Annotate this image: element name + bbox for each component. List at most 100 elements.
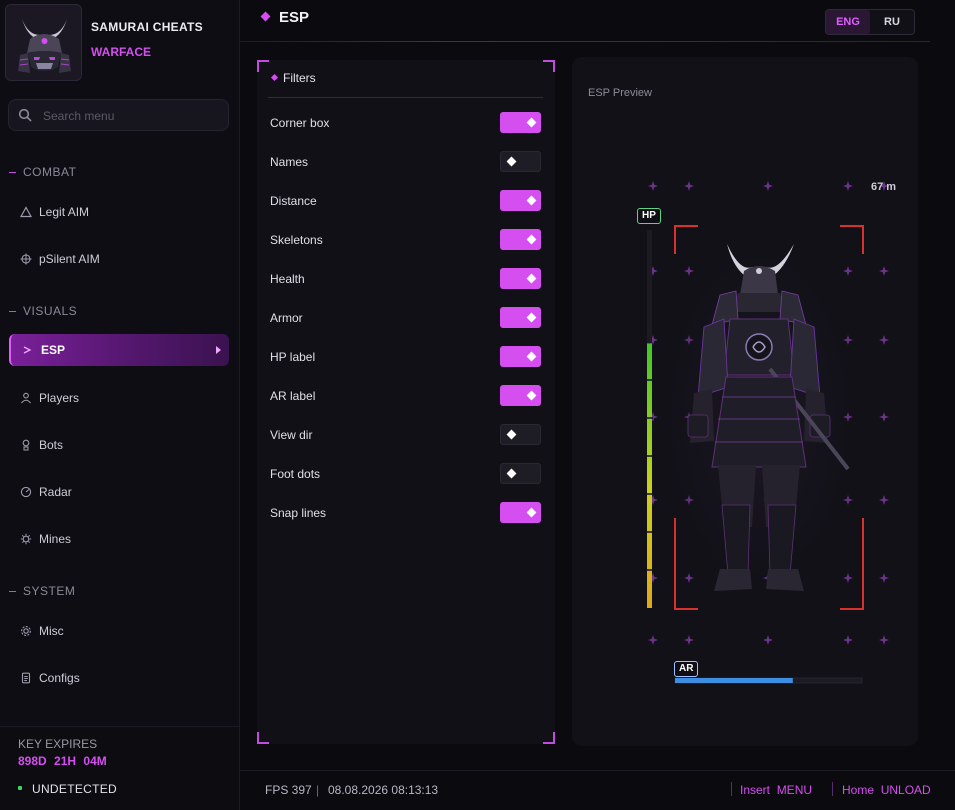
search-box[interactable] xyxy=(8,99,229,131)
toggle-knob xyxy=(526,195,537,206)
filter-row: Foot dots xyxy=(270,463,542,487)
sidebar-item-players[interactable]: Players xyxy=(9,382,229,414)
license-panel: KEY EXPIRES 898D 21H 04M UNDETECTED xyxy=(0,726,239,810)
caret-right-icon xyxy=(216,346,221,354)
header-divider xyxy=(240,41,930,42)
filter-toggle-foot-dots[interactable] xyxy=(500,463,541,484)
filter-label: HP label xyxy=(270,350,316,364)
sparkle-icon xyxy=(843,181,853,191)
filter-row: View dir xyxy=(270,424,542,448)
ar-bar-fill xyxy=(675,678,793,683)
key-expires-label: KEY EXPIRES xyxy=(18,737,98,751)
hotkey-key: Home xyxy=(842,783,875,797)
sidebar-item-label: ESP xyxy=(41,343,66,357)
section-label-text: SYSTEM xyxy=(23,584,76,598)
dash-icon xyxy=(9,311,16,313)
filter-toggle-names[interactable] xyxy=(500,151,541,172)
sparkle-icon xyxy=(763,181,773,191)
filter-toggle-health[interactable] xyxy=(500,268,541,289)
filter-row: Distance xyxy=(270,190,542,214)
search-icon xyxy=(18,108,32,122)
sparkle-icon xyxy=(879,266,889,276)
sidebar-item-label: Misc xyxy=(39,624,64,638)
key-expires-value: 898D 21H 04M xyxy=(18,754,107,768)
sparkle-icon xyxy=(648,181,658,191)
triangle-icon xyxy=(20,206,32,218)
filter-toggle-hp-label[interactable] xyxy=(500,346,541,367)
filter-label: Health xyxy=(270,272,305,286)
toggle-knob xyxy=(506,468,517,479)
sidebar-item-configs[interactable]: Configs xyxy=(9,662,229,694)
sidebar-item-label: Players xyxy=(39,391,80,405)
sidebar-item-mines[interactable]: Mines xyxy=(9,523,229,555)
dash-icon xyxy=(9,591,16,593)
hotkey-action: UNLOAD xyxy=(880,783,931,797)
toggle-knob xyxy=(526,390,537,401)
sidebar: SAMURAI CHEATS WARFACE COMBAT Legit AIM … xyxy=(0,0,240,810)
dash-icon xyxy=(9,172,16,174)
brand-subtitle: WARFACE xyxy=(91,45,151,59)
gear-icon xyxy=(21,626,31,636)
sparkle-icon xyxy=(879,495,889,505)
filter-label: View dir xyxy=(270,428,313,442)
filters-panel: Filters Corner box Names Distance Skelet… xyxy=(257,60,555,744)
filter-row: Names xyxy=(270,151,542,175)
sidebar-item-label: Radar xyxy=(39,485,72,499)
user-icon xyxy=(21,392,31,404)
key-hours: 21H xyxy=(54,754,77,768)
sidebar-item-legit-aim[interactable]: Legit AIM xyxy=(9,196,229,228)
filter-toggle-distance[interactable] xyxy=(500,190,541,211)
sparkle-icon xyxy=(648,635,658,645)
sparkle-icon xyxy=(843,573,853,583)
corner-accent xyxy=(543,60,555,72)
hotkey-action: MENU xyxy=(776,783,813,797)
toggle-knob xyxy=(526,507,537,518)
filter-row: Snap lines xyxy=(270,502,542,526)
file-icon xyxy=(21,672,31,684)
status-bar-divider xyxy=(240,770,955,771)
filter-label: Snap lines xyxy=(270,506,327,520)
sidebar-item-label: Mines xyxy=(39,532,72,546)
filter-label: Distance xyxy=(270,194,317,208)
filter-label: AR label xyxy=(270,389,316,403)
lang-button-eng[interactable]: ENG xyxy=(826,10,870,34)
sparkle-icon xyxy=(684,181,694,191)
preview-title: ESP Preview xyxy=(588,87,652,99)
lang-button-ru[interactable]: RU xyxy=(870,10,914,34)
hotkey-divider xyxy=(731,782,732,796)
brand-logo xyxy=(5,4,82,81)
sparkle-icon xyxy=(843,266,853,276)
hotkey-key: Insert xyxy=(740,783,771,797)
detection-status: UNDETECTED xyxy=(32,782,118,796)
filter-toggle-view-dir[interactable] xyxy=(500,424,541,445)
filter-toggle-armor[interactable] xyxy=(500,307,541,328)
sidebar-item-bots[interactable]: Bots xyxy=(9,429,229,461)
sidebar-item-label: pSilent AIM xyxy=(39,252,100,266)
filter-toggle-snap-lines[interactable] xyxy=(500,502,541,523)
sparkle-icon xyxy=(879,573,889,583)
page-title: ESP xyxy=(279,9,310,26)
filter-label: Corner box xyxy=(270,116,330,130)
sidebar-item-psilent-aim[interactable]: pSilent AIM xyxy=(9,243,229,275)
sparkle-icon xyxy=(879,635,889,645)
corner-accent xyxy=(257,732,269,744)
sparkle-icon xyxy=(843,635,853,645)
sidebar-item-label: Legit AIM xyxy=(39,205,90,219)
filter-toggle-skeletons[interactable] xyxy=(500,229,541,250)
sidebar-item-radar[interactable]: Radar xyxy=(9,476,229,508)
search-input[interactable] xyxy=(43,106,223,126)
radar-icon xyxy=(20,486,32,498)
filter-toggle-ar-label[interactable] xyxy=(500,385,541,406)
filter-row: Corner box xyxy=(270,112,542,136)
toggle-knob xyxy=(526,312,537,323)
sparkle-icon xyxy=(684,635,694,645)
section-label-combat: COMBAT xyxy=(9,165,76,179)
section-label-system: SYSTEM xyxy=(9,584,75,598)
bot-icon xyxy=(22,439,30,451)
sidebar-item-misc[interactable]: Misc xyxy=(9,615,229,647)
sidebar-item-esp[interactable]: ESP xyxy=(9,334,229,366)
filter-toggle-corner-box[interactable] xyxy=(500,112,541,133)
filter-row: Armor xyxy=(270,307,542,331)
filter-row: Health xyxy=(270,268,542,292)
header-diamond-icon xyxy=(260,11,271,22)
